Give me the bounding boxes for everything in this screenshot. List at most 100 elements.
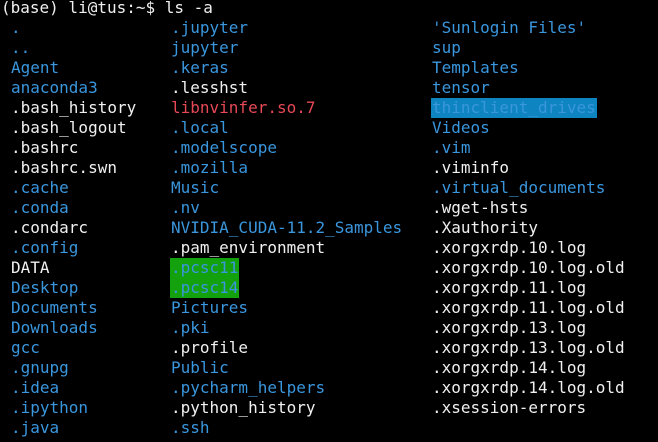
listing-entry: .keras: [170, 58, 403, 78]
listing-entry-name: .conda: [11, 198, 69, 217]
listing-entry: .jupyter: [170, 18, 403, 38]
listing-entry: .pycharm_helpers: [170, 378, 403, 398]
listing-entry-name: .nv: [171, 198, 200, 217]
listing-entry: .cache: [10, 178, 137, 198]
listing-column-1: ... Agent anaconda3 .bash_history .bash_logo…: [10, 18, 137, 438]
listing-entry: Agent: [10, 58, 137, 78]
listing-entry: 'Sunlogin Files': [431, 18, 626, 38]
terminal-window[interactable]: (base) li@tus:~$ ls -a ... Agent anaconda3…: [0, 0, 658, 442]
listing-entry: .profile: [170, 338, 403, 358]
listing-entry: .java: [10, 418, 137, 438]
listing-entry-name: .xsession-errors: [432, 398, 587, 417]
listing-entry: .viminfo: [431, 158, 626, 178]
listing-entry-name: .pki: [171, 318, 210, 337]
listing-entry-name: Videos: [432, 118, 490, 137]
listing-entry-name: .wget-hsts: [432, 198, 529, 217]
listing-entry-name: thinclient_drives: [431, 98, 597, 118]
listing-column-2: .jupyter jupyter .keras .lesshst libnvinfer.…: [170, 18, 403, 438]
listing-entry: .lesshst: [170, 78, 403, 98]
listing-entry-name: .java: [11, 418, 60, 437]
listing-entry-name: .profile: [171, 338, 249, 357]
listing-entry: Videos: [431, 118, 626, 138]
listing-entry-name: .xorgxrdp.13.log.old: [432, 338, 625, 357]
listing-entry-name: Desktop: [11, 278, 79, 297]
listing-entry: .bash_logout: [10, 118, 137, 138]
listing-entry: .conda: [10, 198, 137, 218]
listing-entry: .ipython: [10, 398, 137, 418]
listing-entry-name: .Xauthority: [432, 218, 538, 237]
listing-entry: Documents: [10, 298, 137, 318]
listing-entry-name: Documents: [11, 298, 98, 317]
listing-entry-name: .bashrc: [11, 138, 79, 157]
listing-entry: anaconda3: [10, 78, 137, 98]
listing-entry: .local: [170, 118, 403, 138]
listing-column-3: 'Sunlogin Files' sup Templates tensor thincl…: [431, 18, 626, 418]
listing-entry-name: .xorgxrdp.10.log.old: [432, 258, 625, 277]
listing-entry-name: .xorgxrdp.10.log: [432, 238, 587, 257]
listing-entry-name: Music: [171, 178, 220, 197]
listing-entry-name: .xorgxrdp.13.log: [432, 318, 587, 337]
listing-entry-name: libnvinfer.so.7: [171, 98, 316, 117]
listing-entry: Public: [170, 358, 403, 378]
listing-entry: thinclient_drives: [431, 98, 626, 118]
listing-entry: .pki: [170, 318, 403, 338]
listing-entry-name: .gnupg: [11, 358, 69, 377]
listing-entry: .modelscope: [170, 138, 403, 158]
listing-entry: gcc: [10, 338, 137, 358]
listing-entry: .condarc: [10, 218, 137, 238]
listing-entry: .wget-hsts: [431, 198, 626, 218]
listing-entry-name: ..: [11, 38, 31, 57]
listing-entry: .xorgxrdp.11.log: [431, 278, 626, 298]
listing-entry: Templates: [431, 58, 626, 78]
listing-entry-name: .xorgxrdp.11.log: [432, 278, 587, 297]
listing-entry: .python_history: [170, 398, 403, 418]
listing-entry-name: .jupyter: [171, 18, 249, 37]
listing-entry-name: gcc: [11, 338, 40, 357]
listing-entry-name: .xorgxrdp.11.log.old: [432, 298, 625, 317]
listing-entry-name: .xorgxrdp.14.log: [432, 358, 587, 377]
listing-entry-name: .idea: [11, 378, 60, 397]
command-line: (base) li@tus:~$ ls -a: [1, 0, 213, 18]
listing-entry-name: jupyter: [171, 38, 239, 57]
listing-entry: libnvinfer.so.7: [170, 98, 403, 118]
listing-entry-name: NVIDIA_CUDA-11.2_Samples: [171, 218, 403, 237]
listing-entry: .xorgxrdp.10.log: [431, 238, 626, 258]
listing-entry-name: Agent: [11, 58, 60, 77]
listing-entry: .xorgxrdp.13.log: [431, 318, 626, 338]
listing-entry: .pcsc11: [170, 258, 403, 278]
listing-entry: .Xauthority: [431, 218, 626, 238]
listing-entry: DATA: [10, 258, 137, 278]
listing-entry: .bash_history: [10, 98, 137, 118]
listing-entry-name: .modelscope: [171, 138, 277, 157]
listing-entry: .virtual_documents: [431, 178, 626, 198]
listing-entry: .mozilla: [170, 158, 403, 178]
listing-entry-name: 'Sunlogin Files': [432, 18, 587, 37]
listing-entry-name: .cache: [11, 178, 69, 197]
listing-entry: .vim: [431, 138, 626, 158]
command-text: ls -a: [164, 0, 213, 17]
listing-entry: .ssh: [170, 418, 403, 438]
listing-entry-name: .condarc: [11, 218, 89, 237]
listing-entry-name: .vim: [432, 138, 471, 157]
listing-entry-name: anaconda3: [11, 78, 98, 97]
listing-entry-name: Templates: [432, 58, 519, 77]
listing-entry: Music: [170, 178, 403, 198]
listing-entry: .pcsc14: [170, 278, 403, 298]
listing-entry: .config: [10, 238, 137, 258]
listing-entry-name: .bash_history: [11, 98, 137, 117]
listing-entry: .xsession-errors: [431, 398, 626, 418]
listing-entry: Desktop: [10, 278, 137, 298]
listing-entry-name: .lesshst: [171, 78, 249, 97]
listing-entry: .xorgxrdp.14.log: [431, 358, 626, 378]
listing-entry: .: [10, 18, 137, 38]
listing-entry: sup: [431, 38, 626, 58]
listing-entry-name: Pictures: [171, 298, 249, 317]
listing-entry: .gnupg: [10, 358, 137, 378]
listing-entry-name: .virtual_documents: [432, 178, 606, 197]
listing-entry-name: Downloads: [11, 318, 98, 337]
listing-entry: Downloads: [10, 318, 137, 338]
listing-entry-name: sup: [432, 38, 461, 57]
listing-entry-name: .pam_environment: [171, 238, 326, 257]
listing-entry-name: .bash_logout: [11, 118, 127, 137]
listing-entry: ..: [10, 38, 137, 58]
